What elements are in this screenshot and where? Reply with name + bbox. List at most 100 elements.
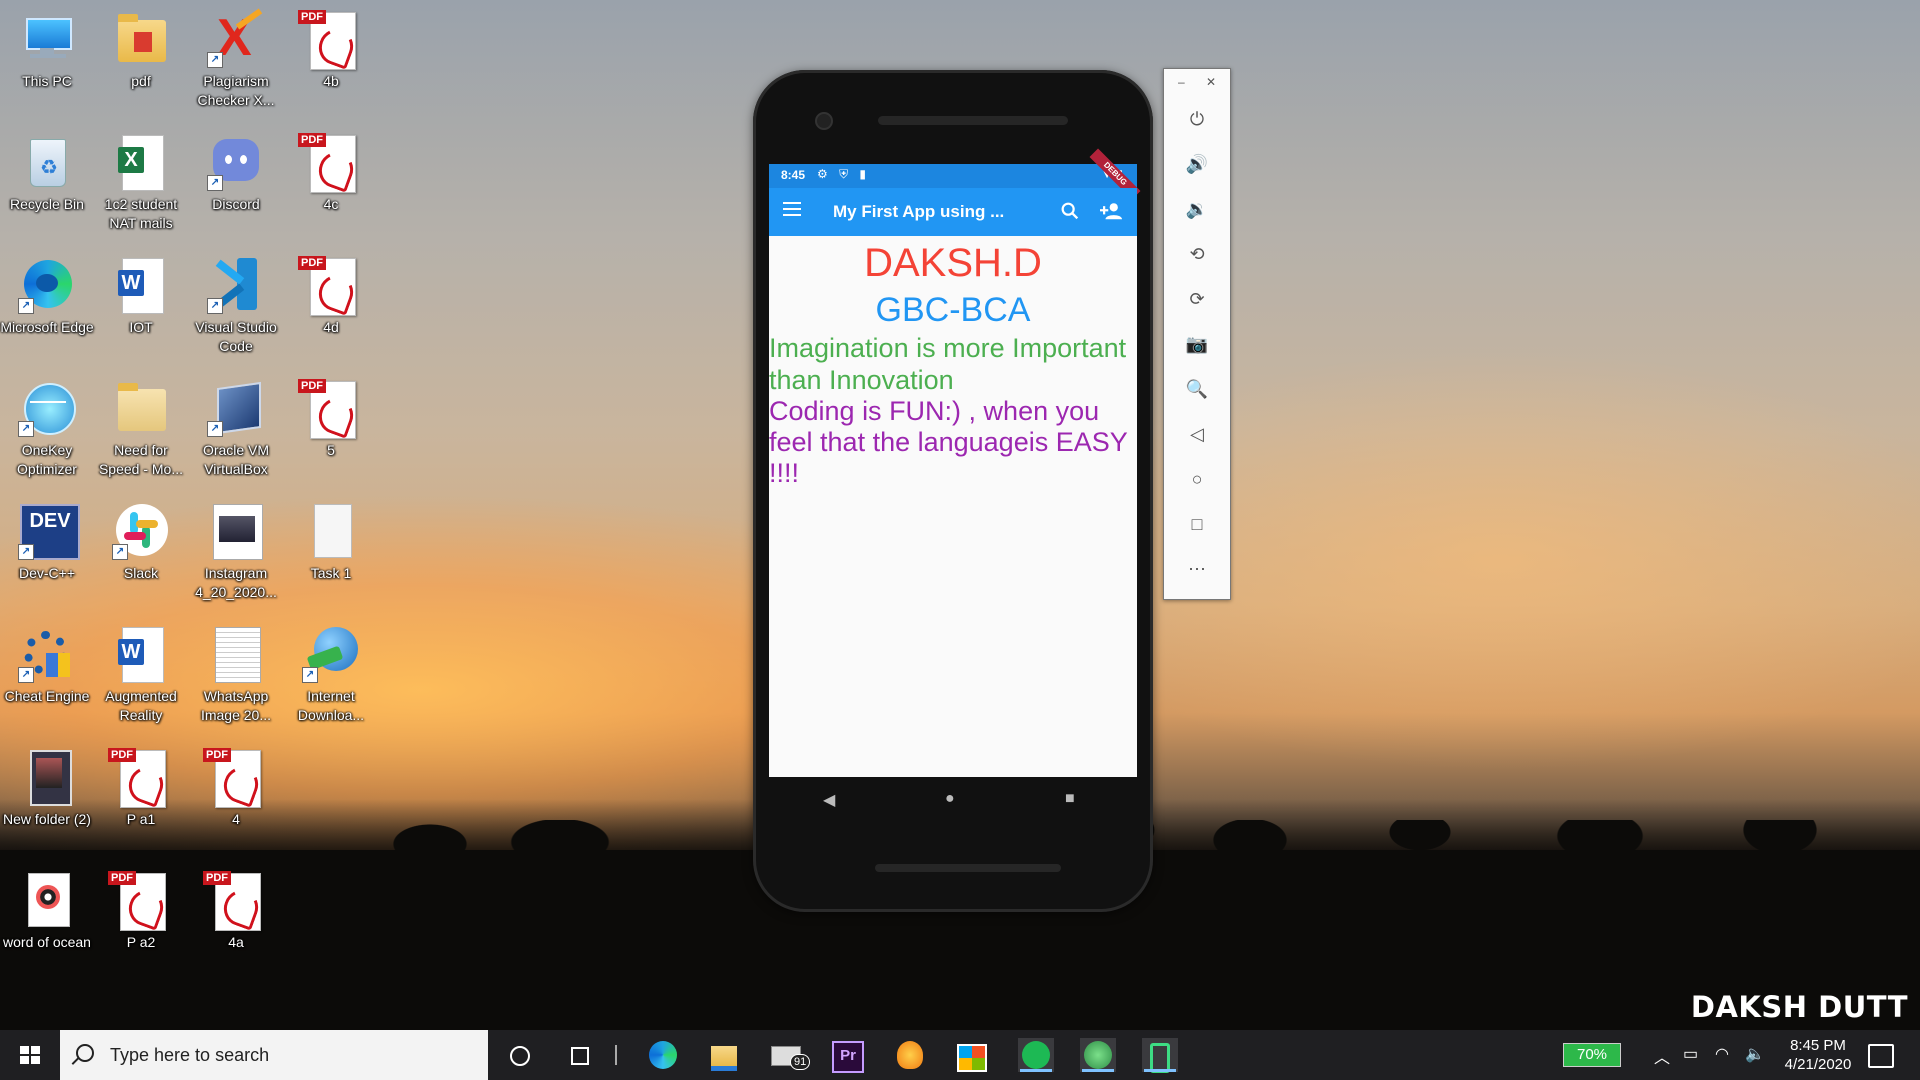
file-explorer-icon[interactable] <box>706 1038 742 1072</box>
desktop-icon-augmented-reality[interactable]: W Augmented Reality <box>93 619 189 725</box>
dev-cpp-icon: DEV ↗ <box>18 502 80 560</box>
desktop-icon-label: Cheat Engine <box>4 688 90 704</box>
device-screen[interactable]: 8:45 ⚙ ⛨ ▮ ▼ ▮ DEBUG My First App using … <box>769 148 1141 777</box>
screenshot-camera-icon[interactable]: 📷 <box>1185 332 1209 356</box>
text-file-icon <box>302 502 360 560</box>
coding-text: Coding is FUN:) , when you feel that the… <box>769 396 1128 488</box>
desktop-icon-need-for-speed[interactable]: Need for Speed - Mo... <box>93 373 189 479</box>
desktop-icon-label: New folder (2) <box>3 811 91 827</box>
home-nav-icon[interactable]: ● <box>945 790 955 808</box>
overview-icon[interactable]: □ <box>1185 512 1209 536</box>
slack-icon: ↗ <box>112 502 170 560</box>
start-button[interactable] <box>0 1030 60 1080</box>
desktop-icon-word-of-ocean[interactable]: word of ocean <box>0 865 95 952</box>
search-icon[interactable] <box>1059 200 1081 222</box>
windows-logo-icon <box>20 1046 40 1064</box>
clock-time: 8:45 PM <box>1790 1037 1846 1054</box>
desktop-icon-label: WhatsApp Image 20... <box>200 688 272 723</box>
volume-icon[interactable]: 🔈 <box>1745 1044 1765 1064</box>
desktop-icon-5[interactable]: PDF 5 <box>283 373 379 460</box>
mail-badge: 91 <box>790 1054 811 1070</box>
add-user-icon[interactable] <box>1099 200 1123 222</box>
volume-up-icon[interactable]: 🔊 <box>1185 152 1209 176</box>
desktop-icon-virtualbox[interactable]: ↗ Oracle VM VirtualBox <box>188 373 284 479</box>
menu-icon[interactable] <box>783 202 801 218</box>
taskbar-clock[interactable]: 8:45 PM 4/21/2020 <box>1772 1036 1864 1074</box>
desktop-icon-label: Dev-C++ <box>18 565 76 581</box>
desktop-icon-this-pc[interactable]: This PC <box>0 4 95 91</box>
vscode-icon: ↗ <box>207 256 265 314</box>
word-file-icon: W <box>112 256 170 314</box>
fl-studio-icon[interactable] <box>892 1038 928 1072</box>
desktop-icon-label: Visual Studio Code <box>195 319 277 354</box>
desktop-icon-label: Internet Downloa... <box>297 688 365 723</box>
desktop-icon-iot[interactable]: W IOT <box>93 250 189 337</box>
mail-icon[interactable]: 91 <box>768 1038 811 1072</box>
android-emulator-device: 8:45 ⚙ ⛨ ▮ ▼ ▮ DEBUG My First App using … <box>753 70 1153 912</box>
desktop-icon-label: 5 <box>327 442 335 458</box>
microsoft-store-icon[interactable] <box>954 1038 990 1072</box>
virtualbox-icon: ↗ <box>207 379 265 437</box>
desktop-icon-instagram-image[interactable]: Instagram 4_20_2020... <box>188 496 284 602</box>
clock-date: 4/21/2020 <box>1784 1056 1852 1073</box>
desktop-icon-internet-download-manager[interactable]: ↗ Internet Downloa... <box>283 619 379 725</box>
desktop-icon-vscode[interactable]: ↗ Visual Studio Code <box>188 250 284 356</box>
show-hidden-icons-chevron-icon[interactable]: ︿ <box>1654 1044 1670 1068</box>
media-file-icon <box>18 871 76 929</box>
desktop-icon-label: Need for Speed - Mo... <box>98 442 184 477</box>
home-icon[interactable]: ○ <box>1185 467 1209 491</box>
rotate-left-icon[interactable]: ⟲ <box>1185 242 1209 266</box>
desktop-icon-pa2[interactable]: PDF P a2 <box>93 865 189 952</box>
folder-icon <box>112 10 170 68</box>
pdf-file-icon: PDF <box>298 256 360 316</box>
desktop-icon-slack[interactable]: ↗ Slack <box>93 496 189 583</box>
desktop-icon-label: OneKey Optimizer <box>17 442 77 477</box>
wifi-icon[interactable]: ◠ <box>1715 1044 1729 1064</box>
spotify-icon[interactable] <box>1018 1038 1054 1072</box>
desktop-icon-4b[interactable]: PDF 4b <box>283 4 379 91</box>
desktop-icon-4d[interactable]: PDF 4d <box>283 250 379 337</box>
desktop-icon-dev-cpp[interactable]: DEV ↗ Dev-C++ <box>0 496 95 583</box>
recents-nav-icon[interactable]: ■ <box>1065 790 1075 808</box>
zoom-icon[interactable]: 🔍 <box>1185 377 1209 401</box>
desktop-icon-4a[interactable]: PDF 4a <box>188 865 284 952</box>
desktop-icon-4[interactable]: PDF 4 <box>188 742 284 829</box>
android-studio-icon[interactable] <box>1080 1038 1116 1072</box>
cortana-icon[interactable] <box>502 1038 538 1072</box>
desktop-icon-whatsapp-image[interactable]: WhatsApp Image 20... <box>188 619 284 725</box>
battery-indicator[interactable]: 70% <box>1563 1043 1621 1067</box>
desktop-icon-pdf-folder[interactable]: pdf <box>93 4 189 91</box>
earpiece-speaker <box>878 116 1068 125</box>
desktop-icon-4c[interactable]: PDF 4c <box>283 127 379 214</box>
power-icon[interactable]: ⏻ <box>1185 107 1209 131</box>
desktop-icon-pa1[interactable]: PDF P a1 <box>93 742 189 829</box>
desktop-icon-discord[interactable]: ↗ Discord <box>188 127 284 214</box>
rotate-right-icon[interactable]: ⟳ <box>1185 287 1209 311</box>
desktop-icon-new-folder-2[interactable]: New folder (2) <box>0 742 95 829</box>
desktop-icon-recycle-bin[interactable]: ♻ Recycle Bin <box>0 127 95 214</box>
more-options-icon[interactable]: ⋯ <box>1185 557 1209 581</box>
desktop-icon-label: 4d <box>323 319 339 335</box>
desktop-icon-label: IOT <box>129 319 153 335</box>
edge-icon[interactable] <box>645 1038 681 1072</box>
premiere-pro-icon[interactable]: Pr <box>830 1038 866 1073</box>
image-thumbnail-icon <box>207 502 265 560</box>
task-view-icon[interactable] <box>562 1038 598 1072</box>
desktop-icon-cheat-engine[interactable]: ↗ Cheat Engine <box>0 619 95 706</box>
notification-center-icon[interactable] <box>1868 1044 1894 1068</box>
desktop-icon-task-1[interactable]: Task 1 <box>283 496 379 583</box>
back-nav-icon[interactable]: ◀ <box>823 790 835 810</box>
taskbar-search-box[interactable]: Type here to search <box>60 1030 488 1080</box>
desktop-icon-edge[interactable]: ↗ Microsoft Edge <box>0 250 95 337</box>
minimize-button[interactable]: – <box>1178 75 1185 89</box>
desktop-icon-plagiarism-checker[interactable]: X ↗ Plagiarism Checker X... <box>188 4 284 110</box>
folder-icon <box>112 379 170 437</box>
desktop-icon-student-nat-mails[interactable]: X 1c2 student NAT mails <box>93 127 189 233</box>
bottom-speaker <box>875 864 1061 872</box>
back-icon[interactable]: ◁ <box>1185 422 1209 446</box>
battery-icon[interactable]: ▭ <box>1683 1044 1698 1064</box>
close-icon[interactable]: ✕ <box>1206 75 1216 89</box>
desktop-icon-onekey-optimizer[interactable]: ↗ OneKey Optimizer <box>0 373 95 479</box>
emulator-phone-icon[interactable] <box>1142 1038 1178 1073</box>
volume-down-icon[interactable]: 🔉 <box>1185 197 1209 221</box>
